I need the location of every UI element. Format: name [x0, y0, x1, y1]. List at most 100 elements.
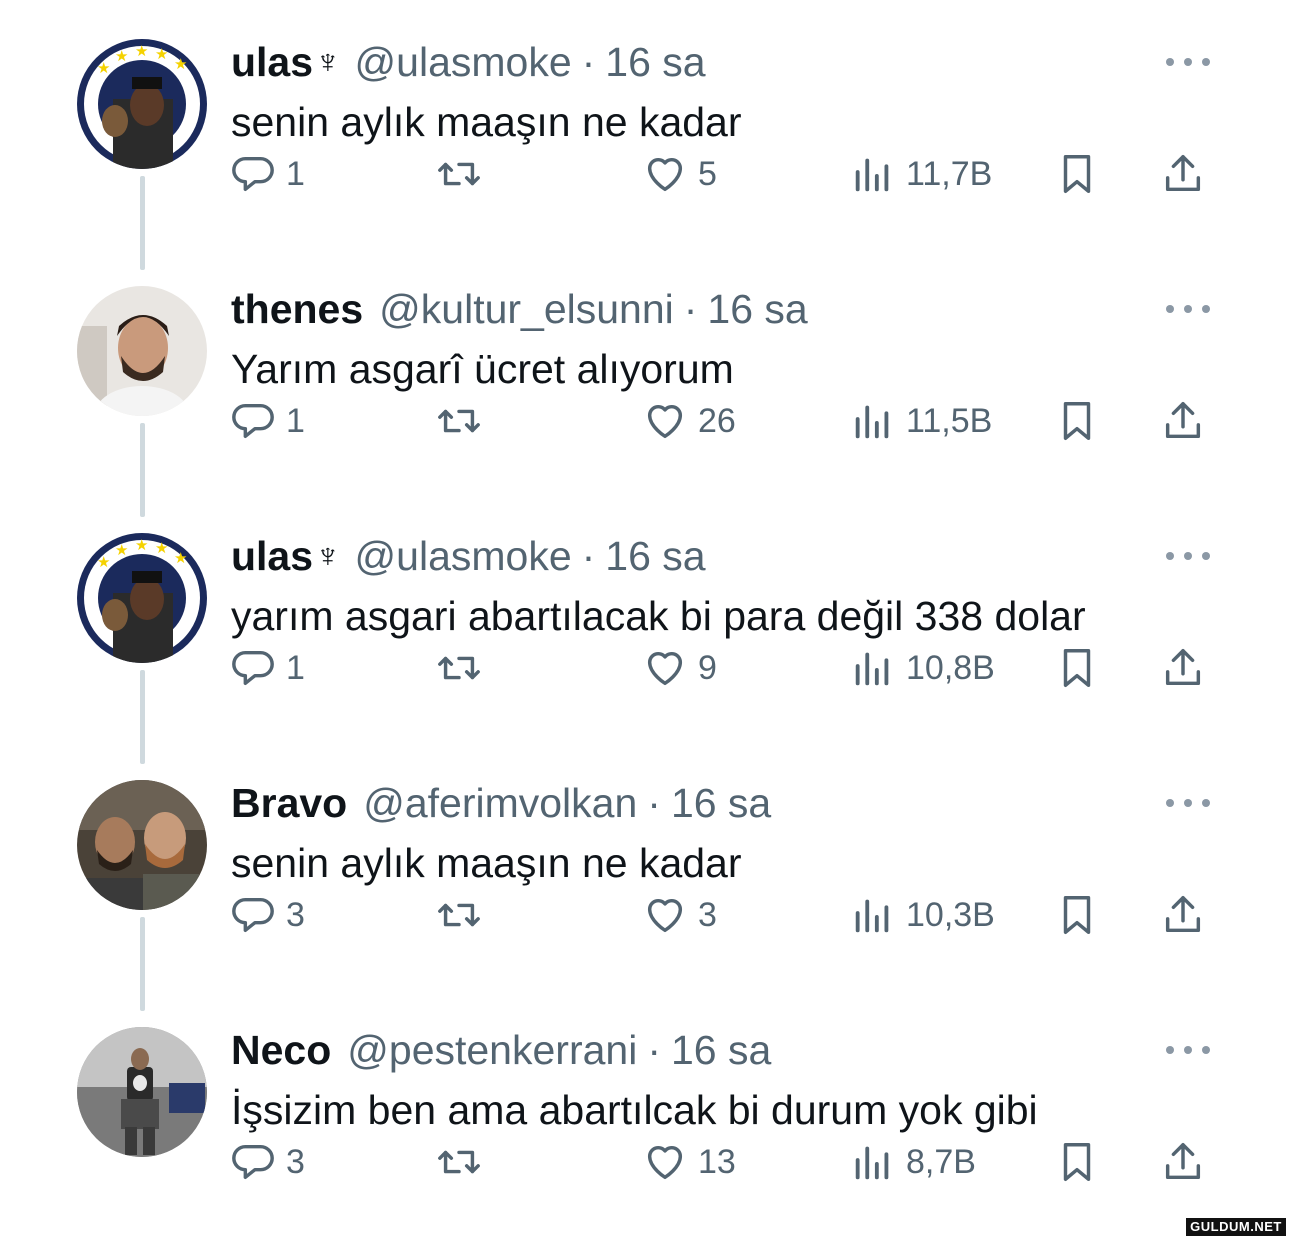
like-count: 9	[698, 648, 717, 687]
share-button[interactable]	[1160, 887, 1206, 943]
views-chart-icon	[855, 158, 889, 192]
retweet-button[interactable]	[436, 393, 492, 449]
svg-text:★: ★	[135, 536, 148, 554]
display-name[interactable]: Neco	[231, 1026, 331, 1074]
timestamp[interactable]: 16 sa	[605, 532, 705, 580]
views-count: 11,7B	[906, 154, 993, 193]
share-button[interactable]	[1160, 146, 1206, 202]
views-count: 8,7B	[906, 1142, 976, 1181]
share-icon	[1165, 896, 1201, 933]
timestamp[interactable]: 16 sa	[707, 285, 807, 333]
like-button[interactable]: 9	[642, 640, 717, 696]
user-handle[interactable]: @pestenkerrani	[347, 1026, 637, 1074]
user-handle[interactable]: @ulasmoke	[355, 38, 572, 86]
views-chart-icon	[855, 652, 889, 686]
reply-count: 1	[286, 154, 305, 193]
retweet-icon	[438, 162, 480, 186]
reply-count: 1	[286, 648, 305, 687]
tweet[interactable]: ★ ★ ★ ★ ★ ulas ♆ @ulasmoke · 16 sa senin ayl…	[0, 8, 1290, 255]
display-name[interactable]: ulas	[231, 532, 313, 580]
user-handle[interactable]: @ulasmoke	[355, 532, 572, 580]
action-bar: 3 13 8,7B	[0, 1134, 1290, 1190]
bookmark-button[interactable]	[1054, 393, 1100, 449]
display-name[interactable]: Bravo	[231, 779, 347, 827]
user-handle[interactable]: @kultur_elsunni	[379, 285, 674, 333]
separator: ·	[581, 533, 596, 579]
timestamp[interactable]: 16 sa	[671, 779, 771, 827]
action-bar: 1 9 10,8B	[0, 640, 1290, 696]
reply-icon	[232, 897, 274, 933]
views-chart-icon	[855, 1146, 889, 1180]
reply-button[interactable]: 1	[230, 393, 305, 449]
views-button[interactable]: 10,3B	[850, 887, 995, 943]
like-button[interactable]: 5	[642, 146, 717, 202]
reply-button[interactable]: 1	[230, 146, 305, 202]
display-name[interactable]: ulas	[231, 38, 313, 86]
tweet[interactable]: Bravo @aferimvolkan · 16 sa senin aylık …	[0, 749, 1290, 996]
views-chart-icon	[855, 405, 889, 439]
share-button[interactable]	[1160, 1134, 1206, 1190]
more-options-icon[interactable]	[1166, 546, 1210, 566]
views-button[interactable]: 11,5B	[850, 393, 992, 449]
more-options-icon[interactable]	[1166, 299, 1210, 319]
retweet-button[interactable]	[436, 640, 492, 696]
action-bar: 1 26 11,5B	[0, 393, 1290, 449]
display-name[interactable]: thenes	[231, 285, 363, 333]
more-options-icon[interactable]	[1166, 52, 1210, 72]
reply-icon	[232, 403, 274, 439]
bookmark-button[interactable]	[1054, 1134, 1100, 1190]
tweet-text: senin aylık maaşın ne kadar	[231, 840, 742, 886]
tweet-text: İşsizim ben ama abartılcak bi durum yok …	[231, 1087, 1038, 1133]
svg-text:★: ★	[155, 539, 168, 557]
tweet-text: yarım asgari abartılacak bi para değil 3…	[231, 593, 1086, 639]
timestamp[interactable]: 16 sa	[605, 38, 705, 86]
tweet[interactable]: ★ ★ ★ ★ ★ ulas ♆ @ulasmoke · 16 sa yarım asg…	[0, 502, 1290, 749]
retweet-button[interactable]	[436, 887, 492, 943]
reply-button[interactable]: 1	[230, 640, 305, 696]
reply-button[interactable]: 3	[230, 1134, 305, 1190]
tweet[interactable]: thenes @kultur_elsunni · 16 sa Yarım asg…	[0, 255, 1290, 502]
like-count: 3	[698, 895, 717, 934]
like-count: 26	[698, 401, 736, 440]
timestamp[interactable]: 16 sa	[671, 1026, 771, 1074]
user-handle[interactable]: @aferimvolkan	[363, 779, 637, 827]
retweet-icon	[438, 409, 480, 433]
like-button[interactable]: 13	[642, 1134, 736, 1190]
reply-icon	[232, 156, 274, 192]
tweet-text: Yarım asgarî ücret alıyorum	[231, 346, 734, 392]
share-button[interactable]	[1160, 640, 1206, 696]
separator: ·	[647, 1027, 661, 1073]
views-button[interactable]: 11,7B	[850, 146, 992, 202]
name-emoji: ♆	[315, 537, 341, 575]
action-bar: 1 5 11,7B	[0, 146, 1290, 202]
reply-icon	[232, 1144, 274, 1180]
retweet-button[interactable]	[436, 146, 492, 202]
svg-text:★: ★	[115, 47, 128, 65]
more-options-icon[interactable]	[1166, 1040, 1210, 1060]
retweet-icon	[438, 656, 480, 680]
bookmark-icon	[1063, 155, 1091, 193]
tweet-header: ulas ♆ @ulasmoke · 16 sa	[231, 38, 706, 86]
reply-count: 3	[286, 895, 305, 934]
svg-text:★: ★	[155, 45, 168, 63]
like-count: 5	[698, 154, 717, 193]
bookmark-button[interactable]	[1054, 887, 1100, 943]
retweet-button[interactable]	[436, 1134, 492, 1190]
svg-text:★: ★	[174, 55, 187, 73]
views-count: 10,3B	[906, 895, 995, 934]
reply-button[interactable]: 3	[230, 887, 305, 943]
tweet-text: senin aylık maaşın ne kadar	[231, 99, 742, 145]
bookmark-button[interactable]	[1054, 146, 1100, 202]
like-button[interactable]: 3	[642, 887, 717, 943]
like-button[interactable]: 26	[642, 393, 736, 449]
share-button[interactable]	[1160, 393, 1206, 449]
views-button[interactable]: 8,7B	[850, 1134, 976, 1190]
tweet[interactable]: Neco @pestenkerrani · 16 sa İşsizim ben …	[0, 996, 1290, 1243]
name-emoji: ♆	[315, 43, 341, 81]
more-options-icon[interactable]	[1166, 793, 1210, 813]
heart-icon	[647, 1145, 683, 1180]
bookmark-button[interactable]	[1054, 640, 1100, 696]
views-button[interactable]: 10,8B	[850, 640, 995, 696]
reply-count: 1	[286, 401, 305, 440]
heart-icon	[647, 157, 683, 192]
